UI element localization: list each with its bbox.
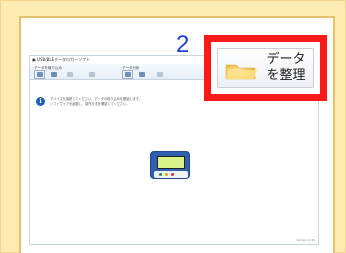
device-button-panel	[154, 171, 188, 178]
device-led-yellow	[165, 173, 168, 176]
info-icon: i	[36, 97, 45, 106]
device-led-green	[159, 173, 162, 176]
import-icon	[37, 72, 43, 77]
toolbar-button-device[interactable]	[64, 70, 75, 79]
read-icon	[51, 72, 57, 77]
toolbar-button-graph[interactable]	[122, 70, 133, 79]
info-text: デバイスを接続してください。データの取り込みを開始します。 ソフトウェアを起動し…	[50, 97, 230, 106]
organize-data-button[interactable]: データ を整理	[217, 48, 314, 88]
device-led-red	[171, 173, 174, 176]
status-text: Version 2.30	[296, 238, 315, 242]
device-icon	[67, 72, 73, 77]
organize-data-label-line1: データ	[266, 52, 306, 67]
toolbar-button-read[interactable]	[48, 70, 59, 79]
export-icon	[157, 72, 163, 77]
toolbar-button-list[interactable]	[136, 70, 147, 79]
data-logger-device-icon	[150, 151, 190, 179]
highlight-box: データ を整理	[204, 35, 327, 101]
organize-data-label-line2: を整理	[266, 68, 306, 83]
app-title: ▣ USB/BLEデータロガーソフト	[32, 57, 91, 62]
folder-icon	[225, 64, 257, 80]
info-text-line2: ソフトウェアを起動し、操作方法を確認してください。	[50, 101, 130, 106]
list-icon	[139, 72, 145, 77]
toolbar-button-settings[interactable]	[86, 70, 97, 79]
device-screen	[157, 156, 185, 169]
settings-icon	[89, 72, 95, 77]
toolbar-button-import[interactable]	[34, 70, 45, 79]
step-number: 2	[176, 31, 190, 58]
toolbar-button-export[interactable]	[154, 70, 165, 79]
graph-icon	[125, 72, 131, 77]
organize-data-label: データ を整理	[262, 52, 310, 84]
